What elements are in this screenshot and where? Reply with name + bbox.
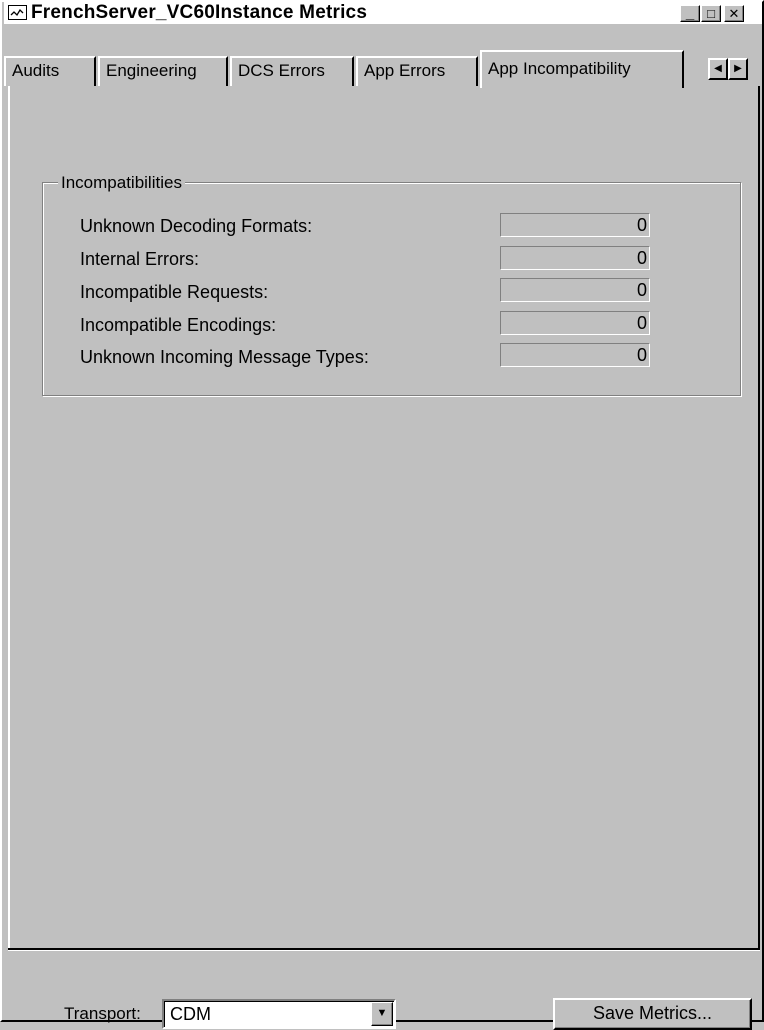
value-incompatible-requests: 0 [500, 278, 650, 302]
label-unknown-incoming-message-types: Unknown Incoming Message Types: [80, 347, 369, 367]
metrics-window: FrenchServer_VC60Instance Metrics _ □ ✕ … [0, 0, 764, 1030]
tab-app-incompatibility[interactable]: App Incompatibility [480, 50, 684, 88]
tab-scroll-right-button[interactable]: ▶ [728, 58, 748, 80]
value-internal-errors: 0 [500, 246, 650, 270]
minimize-button[interactable]: _ [680, 5, 700, 22]
label-incompatible-requests: Incompatible Requests: [80, 282, 269, 302]
maximize-button[interactable]: □ [701, 5, 721, 22]
chart-line-icon[interactable] [8, 5, 27, 20]
tab-scroll-left-button[interactable]: ◀ [708, 58, 728, 80]
tab-app-errors[interactable]: App Errors [356, 56, 478, 86]
tab-engineering[interactable]: Engineering [98, 56, 228, 86]
dropdown-button[interactable]: ▼ [371, 1002, 393, 1026]
label-unknown-decoding-formats: Unknown Decoding Formats: [80, 216, 313, 236]
close-button[interactable]: ✕ [724, 5, 744, 22]
value-incompatible-encodings: 0 [500, 311, 650, 335]
save-metrics-button[interactable]: Save Metrics... [553, 998, 752, 1030]
arrow-right-icon: ▶ [734, 63, 742, 74]
footer-divider [8, 948, 760, 951]
label-incompatible-encodings: Incompatible Encodings: [80, 315, 277, 335]
window-title: FrenchServer_VC60Instance Metrics [31, 2, 368, 23]
transport-dropdown[interactable]: CDM ▼ [162, 999, 396, 1029]
arrow-left-icon: ◀ [714, 63, 722, 74]
label-internal-errors: Internal Errors: [80, 249, 200, 269]
tab-dcs-errors[interactable]: DCS Errors [230, 56, 354, 86]
transport-label: Transport: [64, 1004, 141, 1023]
title-bar[interactable]: FrenchServer_VC60Instance Metrics _ □ ✕ [4, 2, 762, 24]
value-unknown-incoming-message-types: 0 [500, 343, 650, 367]
value-unknown-decoding-formats: 0 [500, 213, 650, 237]
tab-audits[interactable]: Audits [4, 56, 96, 86]
chevron-down-icon: ▼ [376, 1007, 388, 1019]
group-label: Incompatibilities [58, 173, 185, 193]
